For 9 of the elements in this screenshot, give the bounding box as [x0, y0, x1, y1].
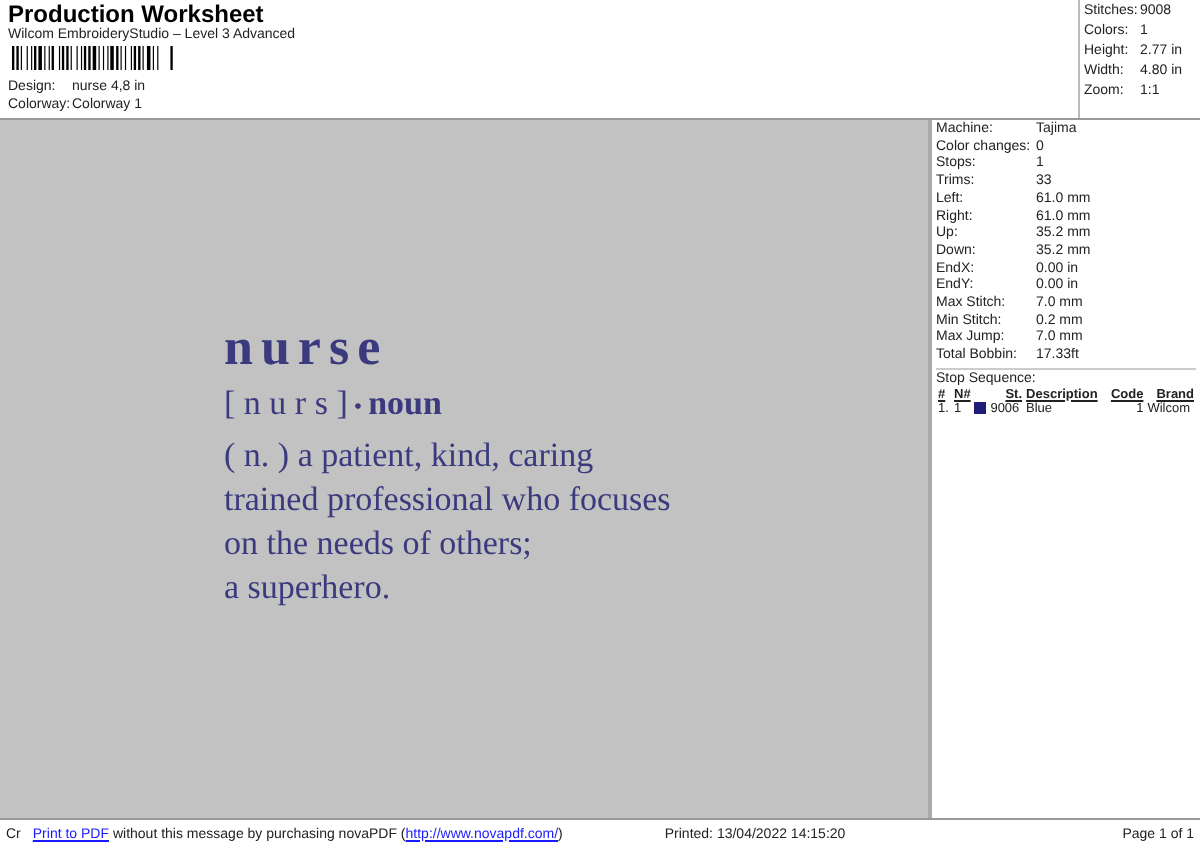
bullet-text: •: [353, 390, 363, 424]
part-of-speech-text: noun: [368, 382, 442, 426]
design-title-text: nurse: [224, 320, 391, 376]
definition-line: on the needs of others;: [224, 522, 534, 566]
worksheet-title: Production Worksheet: [8, 2, 264, 28]
pronunciation-text: [ n u r s ]: [224, 382, 348, 426]
definition-line: ( n. ) a patient, kind, caring: [224, 434, 596, 478]
definition-line: a superhero.: [224, 566, 393, 610]
definition-line: trained professional who focuses: [224, 478, 673, 522]
